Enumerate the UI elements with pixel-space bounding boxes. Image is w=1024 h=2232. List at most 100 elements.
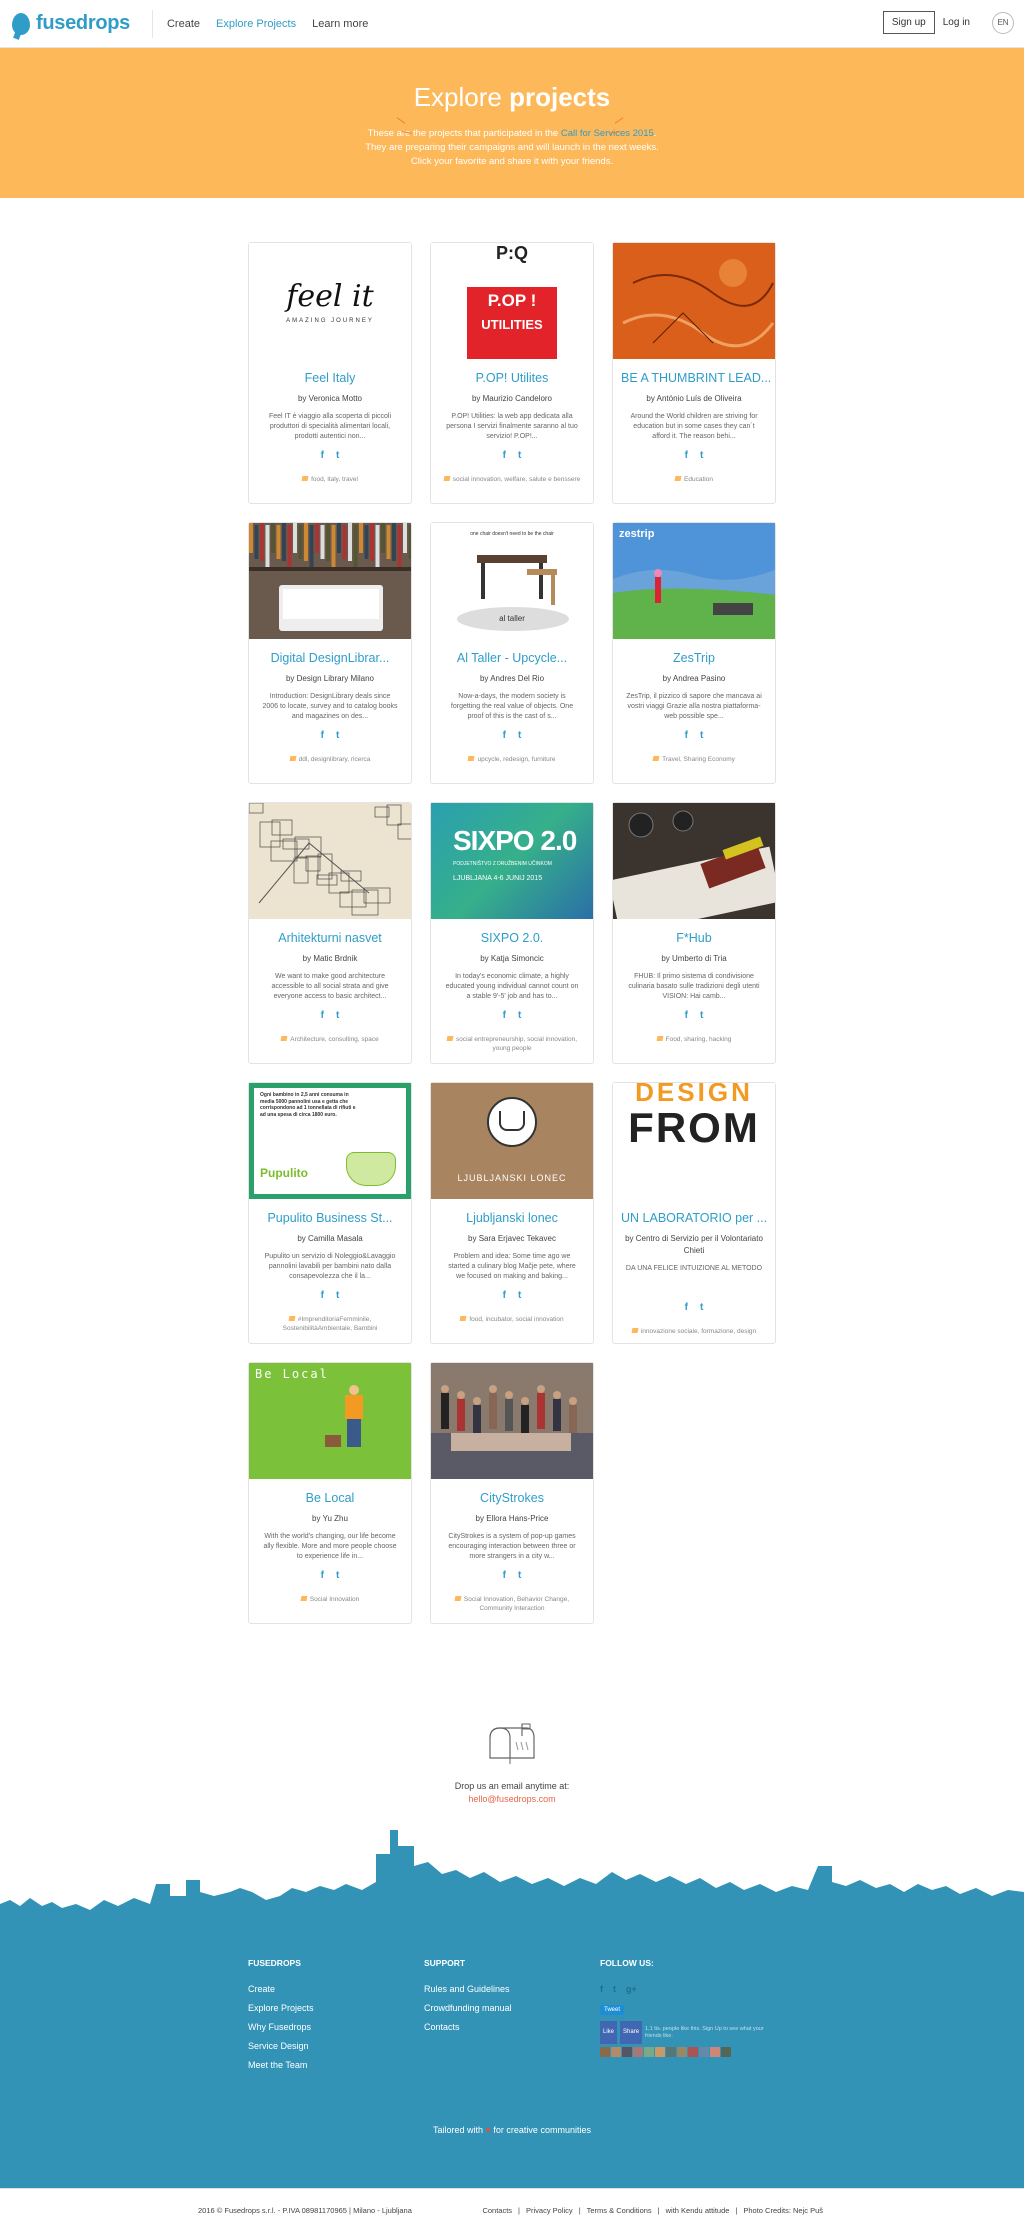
twitter-icon[interactable]: t: [700, 730, 703, 741]
twitter-icon[interactable]: t: [336, 1570, 339, 1581]
project-title[interactable]: F*Hub: [613, 931, 775, 945]
nav-learn-more[interactable]: Learn more: [312, 18, 368, 30]
project-card[interactable]: Be Local Be Local by Yu Zhu With the wor…: [248, 1362, 412, 1624]
footer-link[interactable]: Crowdfunding manual: [424, 1999, 600, 2018]
twitter-icon[interactable]: t: [336, 450, 339, 461]
bottom-link[interactable]: Privacy Policy: [526, 2206, 573, 2215]
project-title[interactable]: SIXPO 2.0.: [431, 931, 593, 945]
footer-link[interactable]: Why Fusedrops: [248, 2018, 424, 2037]
project-title[interactable]: Pupulito Business St...: [249, 1211, 411, 1225]
facebook-icon[interactable]: f: [685, 1010, 688, 1021]
google-plus-icon[interactable]: g+: [626, 1980, 637, 1999]
project-title[interactable]: Ljubljanski lonec: [431, 1211, 593, 1225]
project-title[interactable]: CityStrokes: [431, 1491, 593, 1505]
project-card[interactable]: BE A THUMBRINT LEAD... by António Luís d…: [612, 242, 776, 504]
facebook-icon[interactable]: f: [685, 730, 688, 741]
signup-button[interactable]: Sign up: [882, 11, 935, 34]
footer-link[interactable]: Create: [248, 1980, 424, 1999]
twitter-icon[interactable]: t: [700, 1010, 703, 1021]
project-card[interactable]: LJUBLJANSKI LONEC Ljubljanski lonec by S…: [430, 1082, 594, 1344]
project-thumbnail[interactable]: [431, 1363, 593, 1479]
project-thumbnail[interactable]: zestrip: [613, 523, 775, 639]
project-thumbnail[interactable]: DESIGN FROM: [613, 1083, 775, 1199]
project-thumbnail[interactable]: Ogni bambino in 2,5 anni consuma in medi…: [249, 1083, 411, 1199]
twitter-icon[interactable]: t: [336, 730, 339, 741]
call-for-services-link[interactable]: Call for Services 2015: [561, 128, 654, 139]
facebook-icon[interactable]: f: [321, 1010, 324, 1021]
footer-link[interactable]: Explore Projects: [248, 1999, 424, 2018]
footer-link[interactable]: Contacts: [424, 2018, 600, 2037]
facebook-like-button[interactable]: Like: [600, 2021, 618, 2044]
twitter-icon[interactable]: t: [518, 1010, 521, 1021]
facebook-icon[interactable]: f: [685, 450, 688, 461]
project-card[interactable]: feel it AMAZING JOURNEY Feel Italy by Ver…: [248, 242, 412, 504]
project-thumbnail[interactable]: LJUBLJANSKI LONEC: [431, 1083, 593, 1199]
project-title[interactable]: UN LABORATORIO per ...: [613, 1211, 775, 1225]
twitter-icon[interactable]: t: [518, 1570, 521, 1581]
twitter-icon[interactable]: t: [518, 450, 521, 461]
nav-create[interactable]: Create: [167, 18, 200, 30]
project-description: Introduction: DesignLibrary deals since …: [262, 693, 398, 720]
project-card[interactable]: SIXPO 2.0 PODJETNIŠTVO Z DRUŽBENIM UČINKO…: [430, 802, 594, 1064]
bottom-link[interactable]: Photo Credits: Nejc Puš: [743, 2206, 823, 2215]
project-card[interactable]: DESIGN FROM UN LABORATORIO per ... by Cen…: [612, 1082, 776, 1344]
twitter-icon[interactable]: t: [518, 1290, 521, 1301]
project-title[interactable]: Be Local: [249, 1491, 411, 1505]
project-title[interactable]: Al Taller - Upcycle...: [431, 651, 593, 665]
project-card[interactable]: P:Q P.OP ! UTILITIES P.OP! Utilites by Mau…: [430, 242, 594, 504]
language-selector[interactable]: EN: [992, 11, 1014, 34]
footer-link[interactable]: Rules and Guidelines: [424, 1980, 600, 1999]
project-title[interactable]: Feel Italy: [249, 371, 411, 385]
twitter-icon[interactable]: t: [700, 1302, 703, 1313]
twitter-icon[interactable]: t: [700, 450, 703, 461]
tweet-button[interactable]: Tweet: [600, 2005, 625, 2015]
facebook-share-button[interactable]: Share: [620, 2021, 643, 2044]
facebook-icon[interactable]: f: [321, 1570, 324, 1581]
footer-link[interactable]: Service Design: [248, 2037, 424, 2056]
project-card[interactable]: F*Hub by Umberto di Tria FHUB: Il primo …: [612, 802, 776, 1064]
project-title[interactable]: P.OP! Utilites: [431, 371, 593, 385]
logo[interactable]: fusedrops: [12, 12, 130, 35]
facebook-icon[interactable]: f: [321, 1290, 324, 1301]
project-thumbnail[interactable]: [249, 803, 411, 919]
bottom-link[interactable]: with Kendu attitude: [666, 2206, 730, 2215]
project-thumbnail[interactable]: P:Q P.OP ! UTILITIES: [431, 243, 593, 359]
project-thumbnail[interactable]: SIXPO 2.0 PODJETNIŠTVO Z DRUŽBENIM UČINKO…: [431, 803, 593, 919]
project-title[interactable]: BE A THUMBRINT LEAD...: [613, 371, 775, 385]
project-thumbnail[interactable]: Be Local: [249, 1363, 411, 1479]
twitter-icon[interactable]: t: [518, 730, 521, 741]
project-thumbnail[interactable]: feel it AMAZING JOURNEY: [249, 243, 411, 359]
facebook-icon[interactable]: f: [503, 1290, 506, 1301]
email-link[interactable]: hello@fusedrops.com: [468, 1794, 555, 1804]
facebook-icon[interactable]: f: [600, 1980, 603, 1999]
facebook-icon[interactable]: f: [503, 730, 506, 741]
login-link[interactable]: Log in: [943, 17, 970, 28]
project-thumbnail[interactable]: one chair doesn't need to be the chair al…: [431, 523, 593, 639]
bottom-link[interactable]: Terms & Conditions: [587, 2206, 652, 2215]
facebook-icon[interactable]: f: [321, 450, 324, 461]
project-card[interactable]: Digital DesignLibrar... by Design Librar…: [248, 522, 412, 784]
twitter-icon[interactable]: t: [613, 1980, 616, 1999]
twitter-icon[interactable]: t: [336, 1290, 339, 1301]
project-tags: social innovation, welfare, salute e ben…: [431, 475, 593, 484]
project-title[interactable]: ZesTrip: [613, 651, 775, 665]
facebook-icon[interactable]: f: [503, 450, 506, 461]
project-title[interactable]: Arhitekturni nasvet: [249, 931, 411, 945]
project-thumbnail[interactable]: [613, 803, 775, 919]
project-card[interactable]: one chair doesn't need to be the chair al…: [430, 522, 594, 784]
nav-explore-projects[interactable]: Explore Projects: [216, 18, 296, 30]
project-title[interactable]: Digital DesignLibrar...: [249, 651, 411, 665]
facebook-icon[interactable]: f: [503, 1010, 506, 1021]
facebook-icon[interactable]: f: [503, 1570, 506, 1581]
project-card[interactable]: Arhitekturni nasvet by Matic Brdnik We w…: [248, 802, 412, 1064]
footer-link[interactable]: Meet the Team: [248, 2056, 424, 2075]
project-thumbnail[interactable]: [249, 523, 411, 639]
bottom-link[interactable]: Contacts: [482, 2206, 512, 2215]
twitter-icon[interactable]: t: [336, 1010, 339, 1021]
project-card[interactable]: Ogni bambino in 2,5 anni consuma in medi…: [248, 1082, 412, 1344]
project-thumbnail[interactable]: [613, 243, 775, 359]
project-card[interactable]: CityStrokes by Ellora Hans-Price CityStr…: [430, 1362, 594, 1624]
project-card[interactable]: zestrip ZesTrip by Andrea Pasino ZesTrip…: [612, 522, 776, 784]
facebook-icon[interactable]: f: [321, 730, 324, 741]
facebook-icon[interactable]: f: [685, 1302, 688, 1313]
